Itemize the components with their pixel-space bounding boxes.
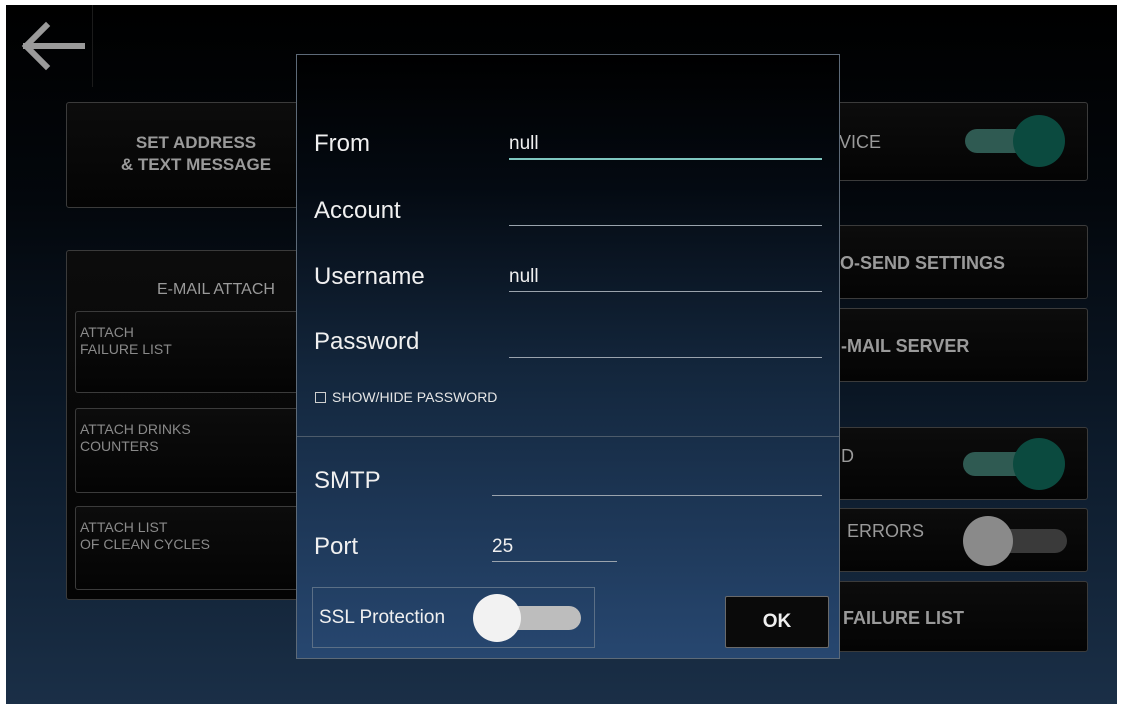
smtp-underline [492, 495, 822, 496]
row4-toggle[interactable] [957, 434, 1077, 494]
email-settings-screen: SET ADDRESS & TEXT MESSAGE E-MAIL ATTACH… [6, 5, 1117, 704]
password-input[interactable] [509, 331, 822, 355]
from-input[interactable]: null [509, 133, 539, 155]
smtp-label: SMTP [314, 467, 381, 494]
email-settings-dialog: From null Account Username null Password… [296, 54, 840, 659]
smtp-input[interactable] [492, 470, 822, 494]
divider [92, 5, 93, 87]
username-label: Username [314, 263, 425, 290]
failure-list-label: FAILURE LIST [843, 608, 964, 628]
from-underline [509, 158, 822, 160]
row4-label: D [841, 446, 854, 466]
port-underline [492, 561, 617, 562]
username-underline [509, 291, 822, 292]
set-address-button[interactable]: SET ADDRESS & TEXT MESSAGE [66, 102, 326, 208]
attach-drinks-counters-button[interactable]: ATTACH DRINKS COUNTERS [75, 408, 315, 493]
port-input[interactable]: 25 [492, 536, 513, 558]
ssl-protection-label: SSL Protection [319, 607, 446, 628]
username-input[interactable]: null [509, 266, 539, 288]
account-underline [509, 225, 822, 226]
checkbox-icon [315, 391, 326, 403]
errors-toggle[interactable] [957, 513, 1077, 569]
ssl-protection-toggle[interactable] [471, 592, 591, 644]
from-label: From [314, 130, 370, 157]
account-input[interactable] [509, 200, 822, 224]
port-label: Port [314, 533, 359, 560]
email-attach-title: E-MAIL ATTACH [157, 281, 275, 298]
password-underline [509, 357, 822, 358]
account-label: Account [314, 197, 401, 224]
show-hide-password-checkbox[interactable]: SHOW/HIDE PASSWORD [315, 389, 497, 405]
errors-label: ERRORS [847, 521, 925, 541]
ok-button[interactable]: OK [725, 596, 829, 648]
service-label: VICE [839, 132, 882, 152]
show-hide-password-label: SHOW/HIDE PASSWORD [332, 389, 498, 405]
ssl-protection-panel: SSL Protection [312, 587, 595, 648]
password-label: Password [314, 328, 420, 355]
attach-failure-list-button[interactable]: ATTACH FAILURE LIST [75, 311, 315, 393]
back-arrow-icon[interactable] [14, 20, 86, 72]
dialog-separator [297, 436, 839, 437]
auto-send-label: O-SEND SETTINGS [840, 253, 1006, 273]
email-server-label: -MAIL SERVER [841, 336, 970, 356]
attach-clean-cycles-button[interactable]: ATTACH LIST OF CLEAN CYCLES [75, 506, 315, 590]
service-toggle[interactable] [957, 111, 1077, 171]
